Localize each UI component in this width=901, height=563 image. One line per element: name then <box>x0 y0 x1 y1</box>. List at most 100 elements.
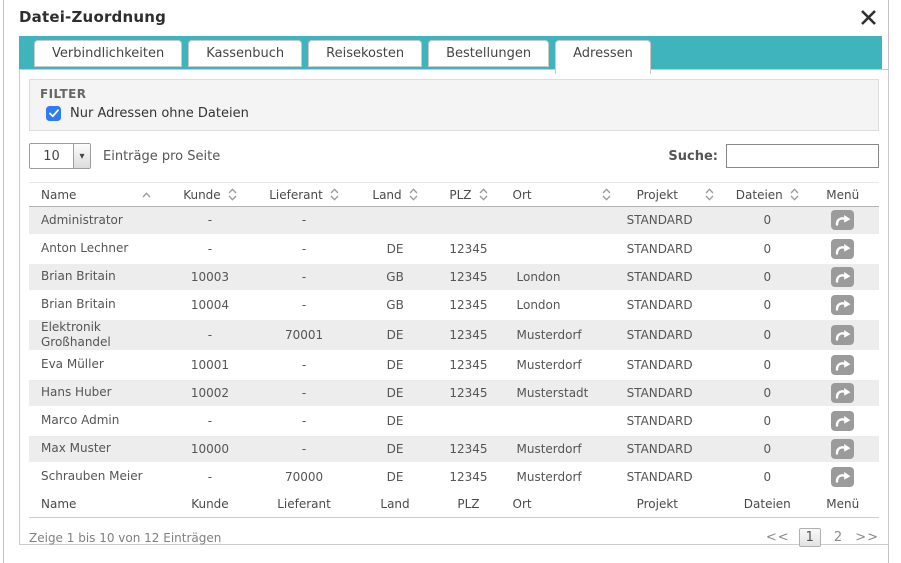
tab-kassenbuch[interactable]: Kassenbuch <box>188 40 302 67</box>
cell-name: Brian Britain <box>29 263 165 291</box>
sort-both-icon <box>790 188 799 201</box>
footer-column-lieferant: Lieferant <box>254 491 353 518</box>
table-row: Elektronik Großhandel-70001DE12345Muster… <box>29 319 879 351</box>
sort-both-icon <box>602 188 611 201</box>
search-label: Suche: <box>668 149 718 164</box>
close-button[interactable] <box>856 5 880 29</box>
cell-menu <box>807 351 879 379</box>
row-menu-button[interactable] <box>831 439 854 459</box>
tab-verbindlichkeiten[interactable]: Verbindlichkeiten <box>34 40 182 67</box>
row-menu-button[interactable] <box>831 210 854 230</box>
pagination-prev[interactable]: << <box>766 530 790 545</box>
sort-asc-icon <box>705 188 714 194</box>
forward-arrow-icon <box>831 325 854 345</box>
cell-lieferant: - <box>254 379 353 407</box>
cell-kunde: 10001 <box>165 351 254 379</box>
checkmark-icon <box>49 109 59 118</box>
cell-plz: 12345 <box>436 319 500 351</box>
sort-asc-icon <box>142 192 151 198</box>
row-menu-button[interactable] <box>831 325 854 345</box>
cell-ort: Musterstadt <box>501 379 625 407</box>
pagination-next[interactable]: >> <box>855 530 879 545</box>
column-label: PLZ <box>449 188 471 202</box>
column-label: Name <box>41 188 76 202</box>
cell-ort: Musterdorf <box>501 319 625 351</box>
column-header-projekt[interactable]: Projekt <box>625 183 728 207</box>
sort-desc-icon <box>705 195 714 201</box>
forward-arrow-icon <box>831 295 854 315</box>
cell-ort: Musterdorf <box>501 351 625 379</box>
sort-desc-icon <box>790 195 799 201</box>
cell-dateien: 0 <box>728 235 807 263</box>
column-header-dateien[interactable]: Dateien <box>728 183 807 207</box>
row-menu-button[interactable] <box>831 383 854 403</box>
table-row: Anton Lechner--DE12345STANDARD0 <box>29 235 879 263</box>
forward-arrow-icon <box>831 383 854 403</box>
cell-land: DE <box>354 351 437 379</box>
row-menu-button[interactable] <box>831 411 854 431</box>
cell-plz: 12345 <box>436 463 500 491</box>
table-body: Administrator--STANDARD0Anton Lechner--D… <box>29 207 879 491</box>
row-menu-button[interactable] <box>831 239 854 259</box>
column-header-lieferant[interactable]: Lieferant <box>254 183 353 207</box>
page-size-value: 10 <box>30 144 73 168</box>
column-label: Ort <box>513 188 532 202</box>
cell-dateien: 0 <box>728 351 807 379</box>
tab-adressen[interactable]: Adressen <box>555 40 651 74</box>
cell-projekt: STANDARD <box>625 235 728 263</box>
cell-projekt: STANDARD <box>625 291 728 319</box>
filter-checkbox[interactable] <box>46 106 61 121</box>
cell-menu <box>807 263 879 291</box>
tab-bar: VerbindlichkeitenKassenbuchReisekostenBe… <box>19 36 882 69</box>
cell-name: Brian Britain <box>29 291 165 319</box>
pagination: << 12 >> <box>766 528 879 547</box>
table-row: Brian Britain10004-GB12345LondonSTANDARD… <box>29 291 879 319</box>
table-controls: 10 ▾ Einträge pro Seite Suche: <box>29 143 879 169</box>
cell-menu <box>807 235 879 263</box>
page-size-select[interactable]: 10 ▾ <box>29 143 91 169</box>
cell-lieferant: 70000 <box>254 463 353 491</box>
column-label: Lieferant <box>269 188 323 202</box>
cell-menu <box>807 207 879 235</box>
cell-plz: 12345 <box>436 235 500 263</box>
cell-dateien: 0 <box>728 319 807 351</box>
pagination-page-2[interactable]: 2 <box>830 529 846 546</box>
table-row: Brian Britain10003-GB12345LondonSTANDARD… <box>29 263 879 291</box>
table-row: Max Muster10000-DE12345MusterdorfSTANDAR… <box>29 435 879 463</box>
pagination-page-1[interactable]: 1 <box>799 528 821 547</box>
column-header-ort[interactable]: Ort <box>501 183 625 207</box>
cell-name: Hans Huber <box>29 379 165 407</box>
cell-lieferant: - <box>254 351 353 379</box>
column-header-plz[interactable]: PLZ <box>436 183 500 207</box>
row-menu-button[interactable] <box>831 267 854 287</box>
row-menu-button[interactable] <box>831 295 854 315</box>
tab-bestellungen[interactable]: Bestellungen <box>428 40 549 67</box>
forward-arrow-icon <box>831 239 854 259</box>
search-input[interactable] <box>726 144 879 168</box>
column-label: Land <box>372 188 401 202</box>
forward-arrow-icon <box>831 267 854 287</box>
chevron-down-icon: ▾ <box>73 144 90 168</box>
cell-land: DE <box>354 407 437 435</box>
forward-arrow-icon <box>831 210 854 230</box>
row-menu-button[interactable] <box>831 355 854 375</box>
cell-kunde: - <box>165 407 254 435</box>
tab-reisekosten[interactable]: Reisekosten <box>308 40 422 67</box>
row-menu-button[interactable] <box>831 467 854 487</box>
footer-column-menu: Menü <box>807 491 879 518</box>
datei-zuordnung-dialog: Datei-Zuordnung VerbindlichkeitenKassenb… <box>3 0 889 563</box>
cell-plz: 12345 <box>436 263 500 291</box>
column-header-kunde[interactable]: Kunde <box>165 183 254 207</box>
cell-name: Administrator <box>29 207 165 235</box>
column-label: Dateien <box>736 188 783 202</box>
cell-dateien: 0 <box>728 463 807 491</box>
column-label: Projekt <box>637 188 678 202</box>
sort-both-icon <box>705 188 714 201</box>
column-header-land[interactable]: Land <box>354 183 437 207</box>
column-header-name[interactable]: Name <box>29 183 165 207</box>
cell-kunde: - <box>165 235 254 263</box>
cell-plz: 12345 <box>436 435 500 463</box>
cell-plz <box>436 407 500 435</box>
column-header-menu: Menü <box>807 183 879 207</box>
cell-land: DE <box>354 379 437 407</box>
